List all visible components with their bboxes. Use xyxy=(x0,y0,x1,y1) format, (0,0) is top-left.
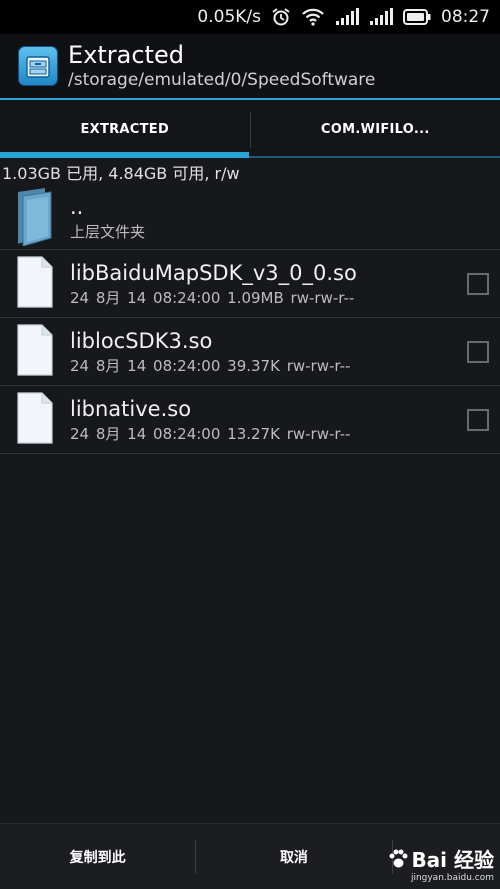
file-checkbox[interactable] xyxy=(467,272,489,295)
wifi-icon xyxy=(301,8,325,26)
tab-com-wifilo[interactable]: COM.WIFILO... xyxy=(251,100,500,158)
file-meta: 24 8月 14 08:24:00 13.27K rw-rw-r-- xyxy=(70,424,351,443)
watermark-url: jingyan.baidu.com xyxy=(410,873,494,883)
parent-folder-label: 上层文件夹 xyxy=(70,222,146,241)
tab-extracted[interactable]: EXTRACTED xyxy=(0,100,250,158)
battery-icon xyxy=(403,9,431,25)
parent-folder-name: .. xyxy=(70,194,84,219)
signal-icon xyxy=(369,8,393,26)
tab-bar: EXTRACTED COM.WIFILO... xyxy=(0,100,500,158)
storage-info: 1.03GB 已用, 4.84GB 可用, r/w xyxy=(2,164,240,183)
clock: 08:27 xyxy=(441,7,490,27)
page-title: Extracted xyxy=(68,41,184,69)
paw-icon xyxy=(387,848,409,870)
active-tab-indicator xyxy=(0,152,249,158)
list-item[interactable]: libBaiduMapSDK_v3_0_0.so 24 8月 14 08:24:… xyxy=(0,250,500,318)
file-list: .. 上层文件夹 libBaiduMapSDK_v3_0_0.so 24 8月 … xyxy=(0,186,500,454)
file-name: libnative.so xyxy=(70,396,192,421)
file-icon xyxy=(15,391,55,449)
file-name: libBaiduMapSDK_v3_0_0.so xyxy=(70,260,357,285)
tab-underline xyxy=(249,156,500,158)
status-bar: 0.05K/s 08:27 xyxy=(0,0,500,34)
file-checkbox[interactable] xyxy=(467,408,489,431)
current-path: /storage/emulated/0/SpeedSoftware xyxy=(68,70,376,90)
app-header: Extracted /storage/emulated/0/SpeedSoftw… xyxy=(0,34,500,100)
list-item[interactable]: libnative.so 24 8月 14 08:24:00 13.27K rw… xyxy=(0,386,500,454)
network-speed: 0.05K/s xyxy=(197,7,261,27)
file-icon xyxy=(15,323,55,381)
file-checkbox[interactable] xyxy=(467,340,489,363)
file-cabinet-icon[interactable] xyxy=(18,46,58,86)
copy-here-button[interactable]: 复制到此 xyxy=(0,824,195,889)
file-meta: 24 8月 14 08:24:00 1.09MB rw-rw-r-- xyxy=(70,288,355,307)
list-item[interactable]: liblocSDK3.so 24 8月 14 08:24:00 39.37K r… xyxy=(0,318,500,386)
file-name: liblocSDK3.so xyxy=(70,328,213,353)
alarm-icon xyxy=(271,7,291,27)
cancel-button[interactable]: 取消 xyxy=(196,824,391,889)
list-item-parent-folder[interactable]: .. 上层文件夹 xyxy=(0,186,500,250)
file-icon xyxy=(15,255,55,313)
baidu-watermark: Bai 经验 jingyan.baidu.com xyxy=(387,844,494,883)
signal-icon xyxy=(335,8,359,26)
folder-icon xyxy=(15,186,55,250)
file-meta: 24 8月 14 08:24:00 39.37K rw-rw-r-- xyxy=(70,356,351,375)
watermark-text: Bai 经验 xyxy=(411,848,494,872)
